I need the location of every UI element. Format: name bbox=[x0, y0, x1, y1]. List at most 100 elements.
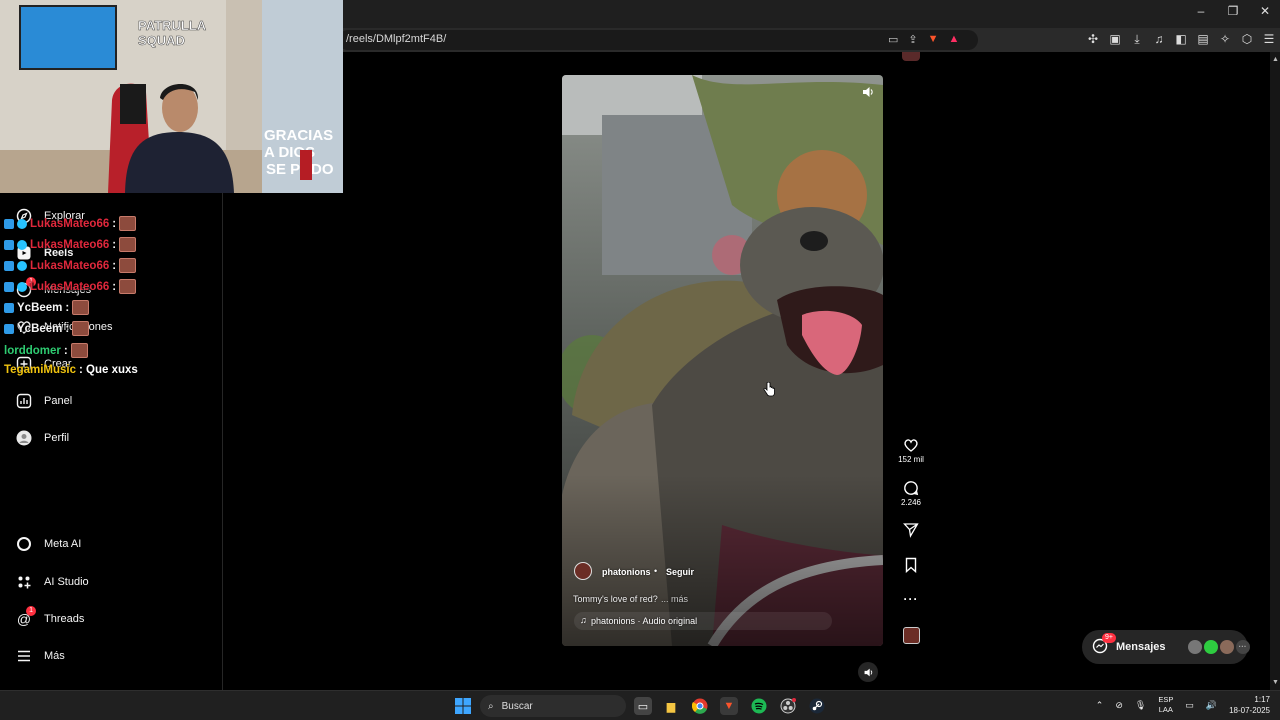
taskbar-search[interactable]: ⌕ Buscar bbox=[480, 695, 626, 717]
microphone-icon[interactable]: 🎙 bbox=[1135, 700, 1146, 711]
save-button[interactable] bbox=[896, 557, 926, 573]
sidebar-toggle-icon[interactable]: ◧ bbox=[1174, 32, 1188, 46]
mute-toggle-icon[interactable] bbox=[861, 85, 875, 99]
reel-video[interactable]: phatonions • Seguir Tommy's love of red?… bbox=[562, 75, 883, 646]
chat-badge-icon bbox=[4, 239, 14, 250]
floating-messages-button[interactable]: 9+ Mensajes ··· bbox=[1082, 630, 1250, 664]
sidebar-item-label: Perfil bbox=[44, 432, 70, 444]
vpn-icon[interactable]: ⬡ bbox=[1240, 32, 1254, 46]
language-code: ESP bbox=[1158, 695, 1174, 704]
address-bar-icons: ▭ ⇪ ▼ ▲ bbox=[888, 33, 959, 46]
more-link[interactable]: ... más bbox=[661, 594, 688, 604]
sidebar-item-label: Meta AI bbox=[44, 538, 82, 550]
address-bar[interactable]: /reels/DMlpf2mtF4B/ bbox=[338, 30, 978, 50]
chat-emote bbox=[72, 300, 90, 315]
download-icon[interactable]: ⤓ bbox=[1130, 32, 1144, 46]
chat-emote bbox=[119, 279, 137, 294]
sidebar-item-mas[interactable]: Más bbox=[16, 646, 65, 666]
chart-icon bbox=[16, 393, 32, 409]
chat-badge-icon bbox=[4, 281, 14, 292]
browser-menu-icon[interactable]: ☰ bbox=[1262, 32, 1276, 46]
clock-time: 1:17 bbox=[1254, 695, 1270, 704]
chat-text: : bbox=[112, 217, 117, 230]
windows-start-icon[interactable] bbox=[454, 697, 472, 715]
translate-icon[interactable]: ▣ bbox=[1108, 32, 1122, 46]
file-explorer-icon[interactable]: ▆ bbox=[662, 697, 680, 715]
cast-icon[interactable]: ▭ bbox=[888, 33, 898, 46]
window-controls: – ❐ ✕ bbox=[1194, 4, 1272, 18]
webcam-overlay: PATRULLA SQUAD GRACIAS A DIOS SE PUDO bbox=[0, 0, 343, 193]
sidebar-item-panel[interactable]: Panel bbox=[16, 391, 72, 411]
scroll-up-icon[interactable]: ▲ bbox=[1272, 56, 1279, 63]
close-button[interactable]: ✕ bbox=[1258, 4, 1272, 18]
chat-username: TegamiMusic bbox=[4, 364, 76, 376]
music-note-icon: ♫ bbox=[580, 615, 587, 625]
meta-ai-icon bbox=[16, 536, 32, 552]
network-off-icon[interactable]: ⊘ bbox=[1115, 700, 1123, 711]
page-scrollbar[interactable]: ▲ ▼ bbox=[1270, 52, 1280, 690]
sidebar-item-ai-studio[interactable]: AI Studio bbox=[16, 572, 89, 592]
chat-text: : bbox=[65, 301, 70, 314]
input-language[interactable]: ESP LAA bbox=[1158, 695, 1173, 715]
extensions-icon[interactable]: ✣ bbox=[1086, 32, 1100, 46]
brave-taskbar-icon[interactable]: ▼ bbox=[720, 697, 738, 715]
chat-badge-icon bbox=[17, 260, 27, 271]
task-view-icon[interactable]: ▭ bbox=[634, 697, 652, 715]
like-button[interactable]: 152 mil bbox=[896, 437, 926, 464]
audio-label: phatonions · Audio original bbox=[591, 616, 698, 626]
chat-badge-icon bbox=[17, 281, 27, 292]
chat-message: LukasMateo66 : bbox=[4, 258, 137, 273]
share-icon[interactable]: ⇪ bbox=[908, 33, 917, 46]
previous-reel-avatar[interactable] bbox=[902, 52, 920, 61]
maximize-button[interactable]: ❐ bbox=[1226, 4, 1240, 18]
chat-username: lorddomer bbox=[4, 344, 61, 357]
tray-overflow-icon[interactable]: ⌃ bbox=[1096, 700, 1104, 711]
separator-dot: • bbox=[654, 566, 658, 576]
share-button[interactable] bbox=[896, 522, 926, 538]
chat-emote bbox=[119, 216, 137, 231]
volume-icon[interactable]: 🔊 bbox=[1206, 700, 1217, 711]
avatar-icon bbox=[16, 430, 32, 446]
sidebar-item-label: AI Studio bbox=[44, 576, 89, 588]
chat-badge-icon bbox=[4, 323, 14, 334]
steam-icon[interactable] bbox=[808, 697, 826, 715]
chat-message: YcBeem : bbox=[4, 321, 90, 336]
sidebar-item-meta-ai[interactable]: Meta AI bbox=[16, 534, 81, 554]
wallet-icon[interactable]: ▤ bbox=[1196, 32, 1210, 46]
search-icon: ⌕ bbox=[488, 700, 494, 712]
music-icon[interactable]: ♫ bbox=[1152, 32, 1166, 46]
extension-toolbar: ✣ ▣ ⤓ ♫ ◧ ▤ ✧ ⬡ ☰ bbox=[1086, 32, 1276, 47]
sidebar-item-threads[interactable]: @ 1 Threads bbox=[16, 606, 84, 629]
display-icon[interactable]: ▭ bbox=[1185, 700, 1194, 711]
brave-rewards-icon[interactable]: ▲ bbox=[949, 33, 960, 46]
windows-taskbar: ⌕ Buscar ▭ ▆ ▼ ⌃ ⊘ 🎙 ESP LAA ▭ 🔊 1:17 18… bbox=[0, 690, 1280, 720]
webcam-sign-line-3: SE PUDO bbox=[266, 161, 334, 178]
next-reel-mute-icon[interactable] bbox=[858, 662, 878, 682]
obs-icon[interactable] bbox=[779, 697, 797, 715]
contact-avatar bbox=[1219, 640, 1234, 654]
audio-pill[interactable]: ♫ phatonions · Audio original bbox=[574, 612, 832, 630]
brave-shields-icon[interactable]: ▼ bbox=[928, 33, 939, 46]
author-username[interactable]: phatonions bbox=[602, 567, 651, 577]
chat-badge-icon bbox=[17, 218, 27, 229]
bookmark-icon bbox=[905, 557, 917, 573]
chrome-icon[interactable] bbox=[691, 697, 709, 715]
chat-emote bbox=[70, 343, 88, 358]
menu-icon bbox=[16, 648, 32, 664]
minimize-button[interactable]: – bbox=[1194, 4, 1208, 18]
chat-emote bbox=[72, 321, 90, 336]
spotify-icon[interactable] bbox=[750, 697, 768, 715]
scroll-down-icon[interactable]: ▼ bbox=[1272, 679, 1279, 686]
author-avatar[interactable] bbox=[574, 562, 592, 580]
sidebar-item-perfil[interactable]: Perfil bbox=[16, 428, 69, 448]
comment-button[interactable]: 2.246 bbox=[896, 480, 926, 507]
leo-ai-icon[interactable]: ✧ bbox=[1218, 32, 1232, 46]
audio-thumbnail[interactable] bbox=[903, 627, 920, 644]
chat-text: : bbox=[112, 259, 117, 272]
clock-date: 18-07-2025 bbox=[1229, 706, 1270, 715]
messages-badge: 9+ bbox=[1102, 633, 1116, 643]
taskbar-clock[interactable]: 1:17 18-07-2025 bbox=[1229, 694, 1270, 716]
recent-contacts: ··· bbox=[1187, 640, 1250, 654]
more-options-icon[interactable]: ··· bbox=[896, 592, 926, 606]
follow-button[interactable]: Seguir bbox=[666, 567, 694, 577]
